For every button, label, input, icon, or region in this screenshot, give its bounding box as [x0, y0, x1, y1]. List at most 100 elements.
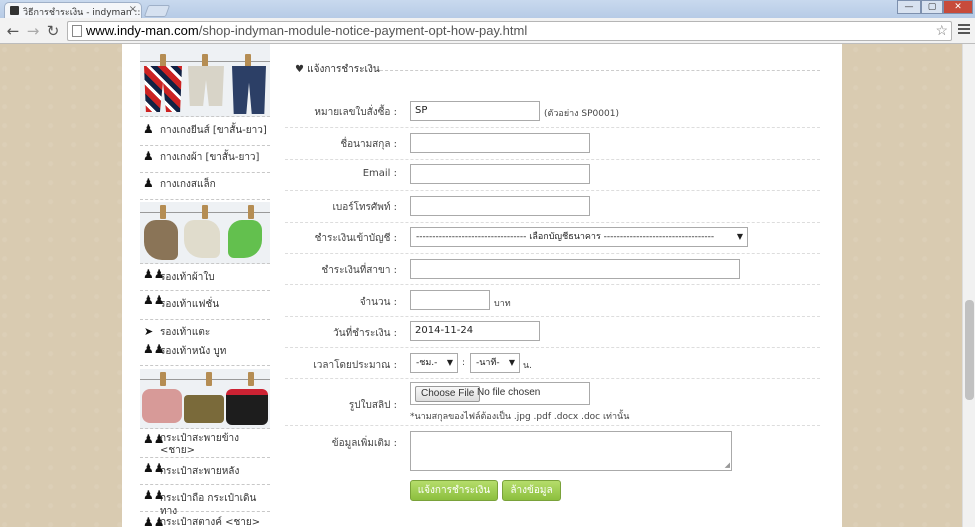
bags-banner-image — [140, 369, 270, 429]
white-sneaker — [184, 220, 220, 258]
scrollbar-thumb[interactable] — [965, 300, 974, 400]
person-icon: ♟ — [143, 176, 154, 190]
people-icon: ♟♟ — [143, 515, 165, 527]
sidebar-item-jeans[interactable]: ♟ กางเกงยีนส์ [ขาสั้น-ยาว] — [140, 122, 270, 146]
grey-shorts — [188, 66, 224, 106]
browser-toolbar: ← → ↻ www.indy-man.com/shop-indyman-modu… — [0, 18, 975, 44]
wallet — [184, 395, 224, 423]
sidebar-item-label: กระเป๋าสตางค์ <ชาย> — [160, 517, 261, 527]
sidebar-item-label: กระเป๋าสะพายหลัง — [160, 466, 240, 477]
order-no-field[interactable]: SP — [410, 101, 540, 121]
row-divider — [285, 284, 820, 285]
choose-file-button[interactable]: Choose File — [415, 386, 481, 402]
sidebar-item-cloth-pants[interactable]: ♟ กางเกงผ้า [ขาสั้น-ยาว] — [140, 149, 270, 173]
submit-payment-button[interactable]: แจ้งการชำระเงิน — [410, 480, 498, 501]
people-icon: ♟♟ — [143, 461, 165, 475]
hour-selected: -ชม.- — [416, 358, 438, 368]
page-scrollbar[interactable] — [962, 44, 975, 527]
sidebar-item-slacks[interactable]: ♟ กางเกงสแล็ก — [140, 176, 270, 200]
extra-info-textarea[interactable]: ◢ — [410, 431, 732, 471]
row-divider — [285, 378, 820, 379]
heart-icon: ♥ — [295, 64, 304, 75]
person-icon: ♟ — [143, 149, 154, 163]
people-icon: ♟♟ — [143, 342, 165, 356]
union-jack-pants — [144, 66, 182, 112]
category-sidebar: ♟ กางเกงยีนส์ [ขาสั้น-ยาว] ♟ กางเกงผ้า [… — [140, 44, 270, 527]
sidebar-item-wallets[interactable]: ♟♟ กระเป๋าสตางค์ <ชาย> — [140, 515, 270, 527]
form-legend: ♥ แจ้งการชำระเงิน — [295, 62, 380, 77]
sidebar-item-fashion-shoes[interactable]: ♟♟ รองเท้าแฟชั่น — [140, 293, 270, 320]
chrome-menu-icon[interactable] — [958, 24, 970, 38]
name-field[interactable] — [410, 133, 590, 153]
address-bar[interactable]: www.indy-man.com/shop-indyman-module-not… — [67, 21, 952, 41]
branch-field[interactable] — [410, 259, 740, 279]
phone-label: เบอร์โทรศัพท์ : — [332, 202, 397, 213]
sidebar-item-shoulder-bags[interactable]: ♟♟ กระเป๋าสะพายข้าง <ชาย> — [140, 432, 270, 458]
blue-jeans — [232, 66, 266, 114]
maximize-button[interactable]: ▢ — [921, 0, 943, 14]
name-label: ชื่อนามสกุล : — [340, 139, 397, 150]
black-bag — [226, 389, 268, 425]
row-divider — [285, 316, 820, 317]
sidebar-item-label: กางเกงสแล็ก — [160, 179, 216, 190]
dropdown-caret-icon: ▼ — [508, 358, 515, 367]
sidebar-item-label: กางเกงยีนส์ [ขาสั้น-ยาว] — [160, 125, 267, 136]
form-legend-text: แจ้งการชำระเงิน — [307, 64, 380, 75]
minimize-button[interactable]: — — [897, 0, 921, 14]
sidebar-item-canvas-shoes[interactable]: ♟♟ รองเท้าผ้าใบ — [140, 267, 270, 291]
forward-arrow-icon[interactable]: → — [24, 22, 42, 40]
person-icon: ♟ — [143, 122, 154, 136]
browser-tab[interactable]: วิธีการชำระเงิน - indyman :: × — [4, 2, 142, 18]
slip-note: *นามสกุลของไฟล์ต้องเป็น .jpg .pdf .docx … — [410, 412, 630, 422]
new-tab-button[interactable] — [143, 5, 171, 17]
sidebar-item-label: รองเท้าแฟชั่น — [160, 299, 220, 310]
back-arrow-icon[interactable]: ← — [4, 22, 22, 40]
close-window-button[interactable]: ✕ — [943, 0, 973, 14]
people-icon: ♟♟ — [143, 293, 165, 307]
file-status: No file chosen — [477, 387, 541, 398]
bookmark-star-icon[interactable]: ☆ — [935, 21, 948, 39]
bank-account-select[interactable]: ---------------------------------- เลือก… — [410, 227, 748, 247]
sidebar-item-label: รองเท้าผ้าใบ — [160, 272, 215, 283]
sidebar-item-handbags[interactable]: ♟♟ กระเป๋าถือ กระเป๋าเดินทาง — [140, 488, 270, 517]
minute-select[interactable]: -นาที- ▼ — [470, 353, 520, 373]
extra-label: ข้อมูลเพิ่มเติม : — [331, 438, 397, 449]
email-label: Email : — [362, 168, 397, 179]
row-divider — [285, 425, 820, 426]
payment-date-field[interactable]: 2014-11-24 — [410, 321, 540, 341]
sidebar-item-label: รองเท้าหนัง บูท — [160, 346, 227, 357]
url-domain: www.indy-man.com — [86, 23, 199, 38]
time-unit: น. — [523, 361, 533, 371]
amount-label: จำนวน : — [359, 297, 397, 308]
hour-select[interactable]: -ชม.- ▼ — [410, 353, 458, 373]
sidebar-item-backpacks[interactable]: ♟♟ กระเป๋าสะพายหลัง — [140, 461, 270, 485]
amount-field[interactable] — [410, 290, 490, 310]
dropdown-caret-icon: ▼ — [446, 358, 453, 367]
sidebar-item-sandals[interactable]: ➤ รองเท้าแตะ — [140, 324, 270, 340]
resize-grip-icon[interactable]: ◢ — [725, 461, 730, 469]
amount-unit: บาท — [494, 299, 511, 309]
sidebar-item-leather-boots[interactable]: ♟♟ รองเท้าหนัง บูท — [140, 342, 270, 366]
bank-account-selected: ---------------------------------- เลือก… — [416, 232, 715, 242]
tab-close-icon[interactable]: × — [129, 4, 137, 15]
time-label: เวลาโดยประมาณ : — [313, 360, 397, 371]
people-icon: ♟♟ — [143, 432, 165, 446]
phone-field[interactable] — [410, 196, 590, 216]
people-icon: ♟♟ — [143, 267, 165, 281]
sidebar-item-label: รองเท้าแตะ — [160, 327, 211, 338]
email-field[interactable] — [410, 164, 590, 184]
reset-button[interactable]: ล้างข้อมูล — [502, 480, 561, 501]
time-separator: : — [462, 358, 466, 368]
brown-boot — [144, 220, 178, 260]
row-divider — [285, 127, 820, 128]
order-no-hint: (ตัวอย่าง SP0001) — [544, 109, 619, 119]
dropdown-caret-icon: ▼ — [736, 232, 743, 241]
date-label: วันที่ชำระเงิน : — [333, 328, 397, 339]
url-path: /shop-indyman-module-notice-payment-opt-… — [198, 23, 528, 38]
row-divider — [285, 190, 820, 191]
branch-label: ชำระเงินที่สาขา : — [321, 265, 397, 276]
account-label: ชำระเงินเข้าบัญชี : — [314, 233, 397, 244]
reload-icon[interactable]: ↻ — [44, 22, 62, 40]
row-divider — [285, 253, 820, 254]
slip-file-input[interactable]: Choose File No file chosen — [410, 382, 590, 405]
